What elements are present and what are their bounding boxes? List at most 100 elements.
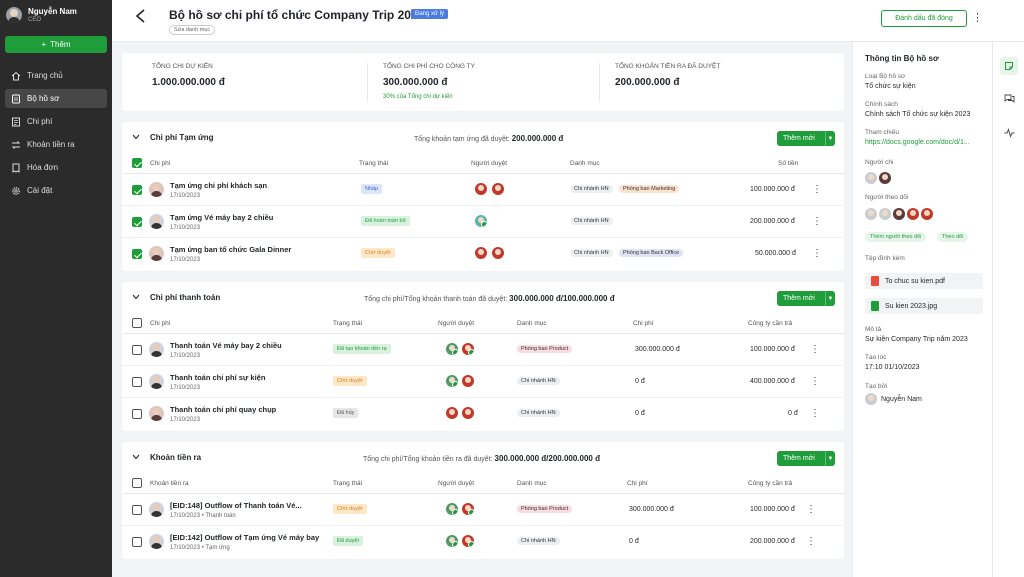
- add-new-button[interactable]: Thêm mới ▼: [777, 451, 835, 466]
- dropdown-caret-icon[interactable]: ▼: [825, 131, 835, 146]
- avatar: [921, 208, 933, 220]
- dropdown-caret-icon[interactable]: ▼: [825, 451, 835, 466]
- avatar: [149, 406, 164, 421]
- add-new-label: Thêm mới: [783, 295, 815, 302]
- table-row[interactable]: [EID:148] Outflow of Thanh toán Vé... 17…: [122, 494, 844, 526]
- cost: 300.000.000 đ: [635, 346, 680, 353]
- description-label: Mô tả: [865, 326, 882, 333]
- row-menu-icon[interactable]: ⋮: [806, 503, 816, 517]
- sidebar-item-home[interactable]: Trang chủ: [5, 66, 107, 85]
- row-menu-icon[interactable]: ⋮: [810, 407, 820, 421]
- mark-closed-button[interactable]: Đánh dấu đã đóng: [881, 10, 967, 27]
- page-title: Bộ hồ sơ chi phí tổ chức Company Trip 20…: [169, 8, 425, 22]
- row-title[interactable]: [EID:148] Outflow of Thanh toán Vé...: [170, 501, 302, 510]
- type-label: Loại Bộ hồ sơ: [865, 73, 906, 80]
- reference-link[interactable]: https://docs.google.com/doc/d/1...: [865, 139, 970, 146]
- stat-value: 300.000.000 đ: [383, 77, 448, 88]
- row-title[interactable]: Tạm ứng ban tổ chức Gala Dinner: [170, 245, 291, 254]
- row-title[interactable]: Tạm ứng chi phí khách sạn: [170, 181, 267, 190]
- row-date: 17/10/2023: [170, 353, 201, 359]
- chevron-down-icon[interactable]: [132, 134, 140, 140]
- row-checkbox[interactable]: [132, 185, 142, 195]
- policy-label: Chính sách: [865, 101, 898, 108]
- sidebar-item-invoices[interactable]: Hóa đơn: [5, 158, 107, 177]
- sidebar-item-settings[interactable]: Cài đặt: [5, 181, 107, 200]
- created-at-label: Tạo lúc: [865, 354, 887, 361]
- company-pays: 100.000.000 đ: [750, 346, 795, 353]
- chevron-down-icon[interactable]: [132, 454, 140, 460]
- table-row[interactable]: Tạm ứng chi phí khách sạn 17/10/2023 Nhá…: [122, 174, 844, 206]
- sidebar-item-expenses[interactable]: Chi phí: [5, 112, 107, 131]
- row-title[interactable]: [EID:142] Outflow of Tạm ứng Vé máy bay: [170, 533, 319, 542]
- row-checkbox[interactable]: [132, 537, 142, 547]
- section-summary: Tổng chi phí/Tổng khoản thanh toán đã du…: [364, 294, 615, 303]
- add-button[interactable]: + Thêm: [5, 36, 107, 53]
- col-header: Người duyệt: [438, 480, 475, 487]
- select-all-checkbox[interactable]: [132, 318, 142, 328]
- more-options-icon[interactable]: ⋮: [972, 11, 983, 25]
- row-menu-icon[interactable]: ⋮: [812, 183, 822, 197]
- row-checkbox[interactable]: [132, 377, 142, 387]
- user-profile[interactable]: Nguyễn Nam CEO: [6, 4, 77, 26]
- select-all-checkbox[interactable]: [132, 158, 142, 168]
- row-title[interactable]: Thanh toán chi phí quay chụp: [170, 405, 276, 414]
- table-row[interactable]: Thanh toán chi phí sự kiện 17/10/2023 Ch…: [122, 366, 844, 398]
- add-new-button[interactable]: Thêm mới ▼: [777, 131, 835, 146]
- table-row[interactable]: Thanh toán Vé máy bay 2 chiều 17/10/2023…: [122, 334, 844, 366]
- sidebar-item-outflows[interactable]: Khoản tiền ra: [5, 135, 107, 154]
- company-pays: 100.000.000 đ: [750, 506, 795, 513]
- row-checkbox[interactable]: [132, 505, 142, 515]
- table-row[interactable]: Tạm ứng Vé máy bay 2 chiều 17/10/2023 Đã…: [122, 206, 844, 238]
- add-new-button[interactable]: Thêm mới ▼: [777, 291, 835, 306]
- approver-avatar: [462, 503, 474, 515]
- row-title[interactable]: Thanh toán Vé máy bay 2 chiều: [170, 341, 282, 350]
- row-title[interactable]: Thanh toán chi phí sự kiện: [170, 373, 265, 382]
- section-summary: Tổng khoản tạm ứng đã duyệt: 200.000.000…: [414, 134, 563, 143]
- status-badge: Chờ duyệt: [361, 248, 395, 258]
- row-menu-icon[interactable]: ⋮: [810, 375, 820, 389]
- sidebar-item-dossier[interactable]: Bộ hồ sơ: [5, 89, 107, 108]
- table-row[interactable]: [EID:142] Outflow of Tạm ứng Vé máy bay …: [122, 526, 844, 558]
- table-row[interactable]: Tạm ứng ban tổ chức Gala Dinner 17/10/20…: [122, 238, 844, 270]
- follow-button[interactable]: Theo dõi: [937, 232, 969, 242]
- row-menu-icon[interactable]: ⋮: [806, 535, 816, 549]
- avatar: [865, 393, 877, 405]
- avatar: [149, 246, 164, 261]
- table-header: Chi phí Trạng thái Người duyệt Danh mục …: [122, 314, 844, 334]
- stat-value: 200.000.000 đ: [615, 77, 680, 88]
- attachment-file[interactable]: To chuc su kien.pdf: [865, 273, 983, 289]
- chevron-down-icon[interactable]: [132, 294, 140, 300]
- col-header: Trạng thái: [333, 480, 363, 487]
- row-menu-icon[interactable]: ⋮: [812, 215, 822, 229]
- note-icon[interactable]: [1000, 57, 1018, 75]
- row-checkbox[interactable]: [132, 345, 142, 355]
- company-pays: 0 đ: [788, 410, 798, 417]
- dropdown-caret-icon[interactable]: ▼: [825, 291, 835, 306]
- right-icon-bar: [992, 42, 1024, 577]
- select-all-checkbox[interactable]: [132, 478, 142, 488]
- row-title[interactable]: Tạm ứng Vé máy bay 2 chiều: [170, 213, 273, 222]
- edit-category-link[interactable]: Sửa danh mục: [169, 25, 216, 35]
- activity-icon[interactable]: [1000, 124, 1018, 142]
- col-header: Chi phí: [633, 320, 654, 327]
- status-badge: Chờ duyệt: [333, 376, 367, 386]
- approver-avatar: [446, 535, 458, 547]
- row-checkbox[interactable]: [132, 409, 142, 419]
- category-tag: Phòng ban Product: [517, 505, 573, 513]
- payments-section: Chi phí thanh toán Tổng chi phí/Tổng kho…: [122, 282, 844, 431]
- avatar: [149, 374, 164, 389]
- row-checkbox[interactable]: [132, 217, 142, 227]
- back-arrow-icon[interactable]: [134, 8, 148, 24]
- row-date: 17/10/2023 • Tạm ứng: [170, 545, 230, 551]
- follower-actions: Thêm người theo dõi Theo dõi: [865, 232, 985, 244]
- add-follower-button[interactable]: Thêm người theo dõi: [865, 232, 927, 242]
- avatar: [6, 7, 22, 23]
- summary-label: Tổng chi phí/Tổng khoản thanh toán đã du…: [364, 296, 508, 303]
- row-date: 17/10/2023: [170, 417, 201, 423]
- row-checkbox[interactable]: [132, 249, 142, 259]
- table-row[interactable]: Thanh toán chi phí quay chụp 17/10/2023 …: [122, 398, 844, 430]
- row-menu-icon[interactable]: ⋮: [810, 343, 820, 357]
- attachment-file[interactable]: Su kien 2023.jpg: [865, 298, 983, 314]
- comments-icon[interactable]: [1000, 90, 1018, 108]
- row-menu-icon[interactable]: ⋮: [812, 247, 822, 261]
